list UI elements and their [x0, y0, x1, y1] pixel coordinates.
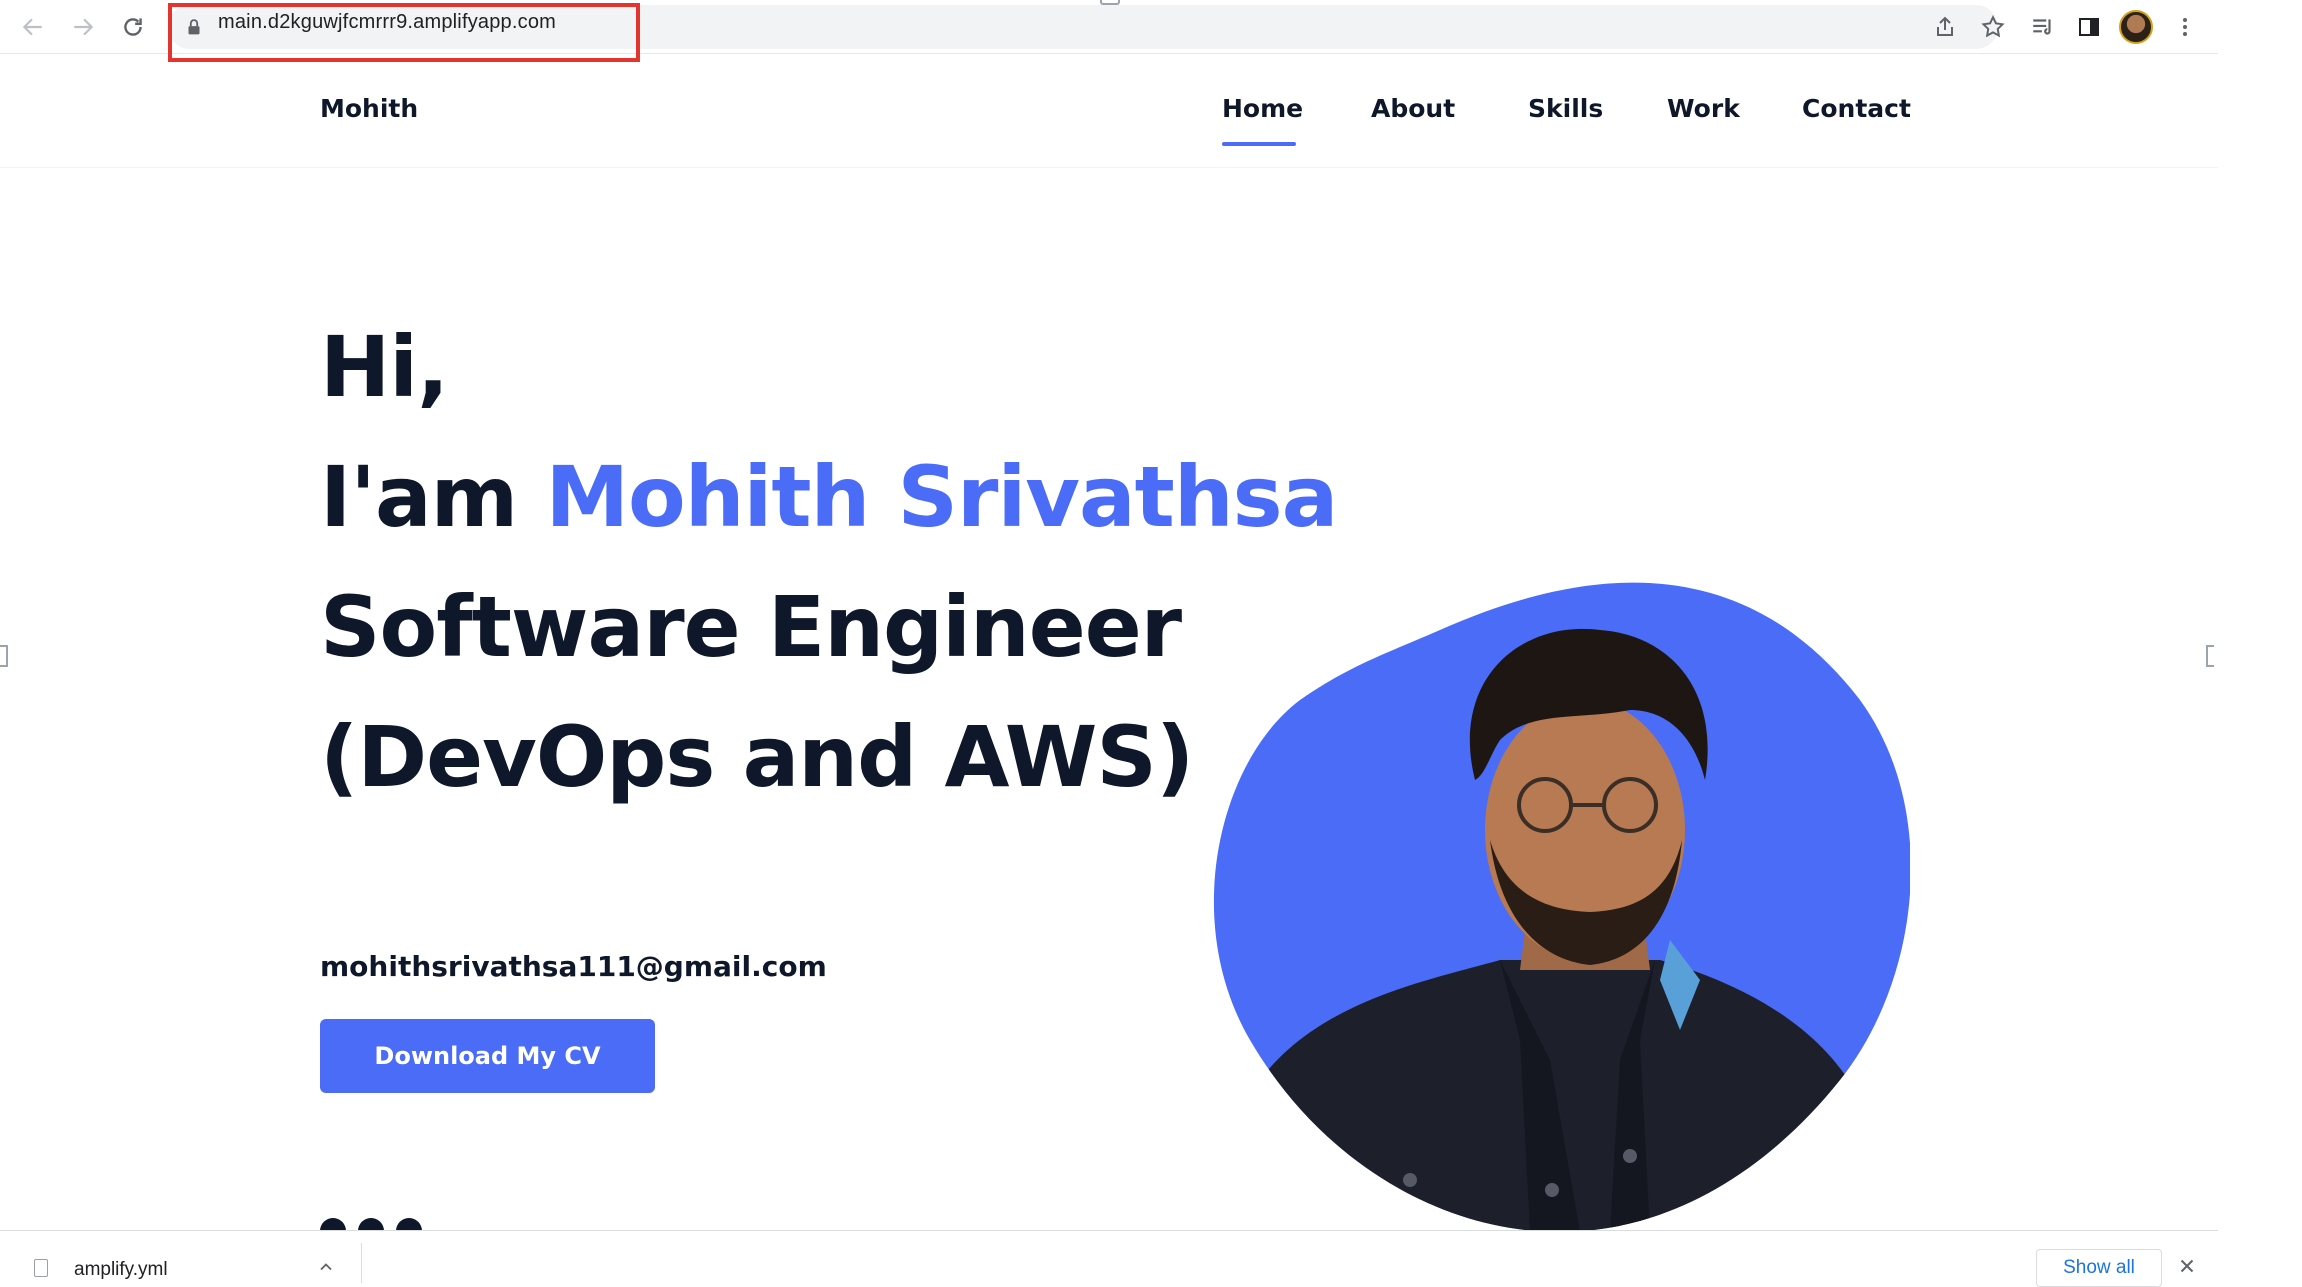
close-icon[interactable]	[2176, 1255, 2198, 1281]
file-icon	[34, 1259, 48, 1277]
hero-role-line-2: (DevOps and AWS)	[320, 708, 1194, 806]
reload-icon[interactable]	[116, 10, 150, 44]
hero-intro-prefix: I'am	[320, 448, 546, 546]
forward-arrow-icon[interactable]	[66, 10, 100, 44]
url-highlight-box	[168, 3, 640, 62]
shelf-divider	[361, 1243, 362, 1283]
browser-window: main.d2kguwjfcmrrr9.amplifyapp.com Mohit…	[0, 0, 2218, 1287]
page-margin	[2218, 0, 2302, 1282]
hero-portrait	[1200, 560, 1910, 1232]
chevron-up-icon[interactable]	[316, 1257, 336, 1281]
left-resize-handle[interactable]	[0, 645, 8, 667]
site-header: Mohith Home About Skills Work Contact	[0, 56, 2218, 168]
nav-link-skills[interactable]: Skills	[1528, 94, 1603, 123]
back-arrow-icon[interactable]	[16, 10, 50, 44]
browser-toolbar: main.d2kguwjfcmrrr9.amplifyapp.com	[0, 0, 2218, 62]
side-panel-icon[interactable]	[2072, 10, 2106, 44]
nav-link-about[interactable]: About	[1371, 94, 1455, 123]
show-all-downloads-button[interactable]: Show all	[2036, 1249, 2162, 1287]
site-brand[interactable]: Mohith	[320, 94, 418, 123]
nav-link-contact[interactable]: Contact	[1802, 94, 1911, 123]
kebab-menu-icon[interactable]	[2168, 10, 2202, 44]
hero-role-line-1: Software Engineer	[320, 578, 1182, 676]
hero-intro: I'am Mohith Srivathsa	[320, 448, 1338, 546]
hero-name: Mohith Srivathsa	[545, 448, 1338, 546]
active-nav-indicator	[1222, 142, 1296, 146]
hero-greeting: Hi,	[320, 318, 449, 416]
nav-link-work[interactable]: Work	[1667, 94, 1740, 123]
portrait-blob-image	[1214, 582, 1910, 1232]
right-resize-handle[interactable]	[2206, 645, 2214, 667]
reading-list-icon[interactable]	[2026, 10, 2060, 44]
profile-avatar[interactable]	[2119, 10, 2153, 44]
download-cv-button[interactable]: Download My CV	[320, 1019, 655, 1093]
share-icon[interactable]	[1928, 10, 1962, 44]
contact-email[interactable]: mohithsrivathsa111@gmail.com	[320, 950, 827, 983]
download-filename[interactable]: amplify.yml	[74, 1259, 168, 1281]
download-shelf: amplify.yml Show all	[0, 1230, 2218, 1287]
star-icon[interactable]	[1976, 10, 2010, 44]
nav-link-home[interactable]: Home	[1222, 94, 1303, 123]
